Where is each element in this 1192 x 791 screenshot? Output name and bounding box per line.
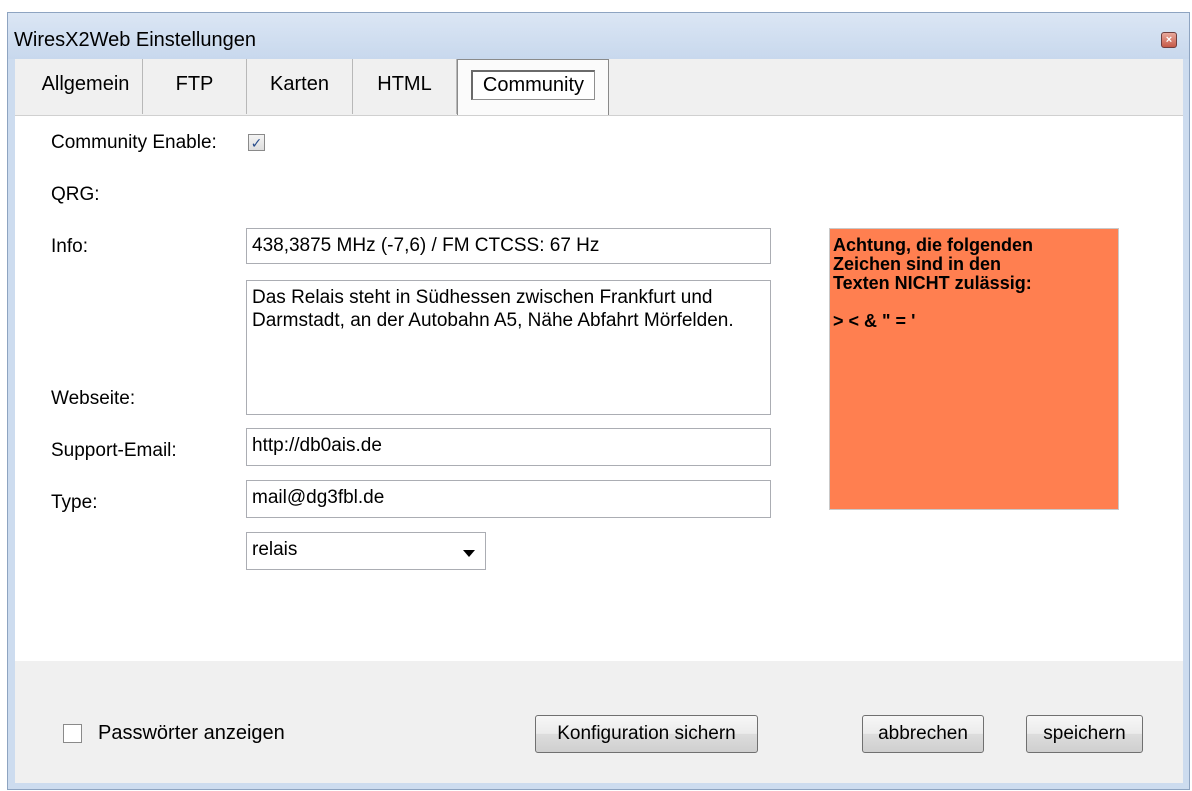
dialog-footer: Passwörter anzeigen Konfiguration sicher… xyxy=(15,661,1183,783)
info-field[interactable]: Das Relais steht in Südhessen zwischen F… xyxy=(246,280,771,415)
qrg-field[interactable]: 438,3875 MHz (-7,6) / FM CTCSS: 67 Hz xyxy=(246,228,771,264)
settings-window: WiresX2Web Einstellungen × Allgemein FTP… xyxy=(7,12,1190,790)
type-selected-value: relais xyxy=(252,539,298,560)
close-button[interactable]: × xyxy=(1161,32,1177,48)
window-client: Allgemein FTP Karten HTML Community Comm… xyxy=(15,59,1183,783)
show-passwords-checkbox[interactable] xyxy=(63,724,82,743)
community-enable-checkbox[interactable]: ✓ xyxy=(248,134,265,151)
close-icon: × xyxy=(1165,33,1173,46)
save-config-button[interactable]: Konfiguration sichern xyxy=(535,715,758,753)
show-passwords-label: Passwörter anzeigen xyxy=(98,722,285,744)
website-field[interactable]: http://db0ais.de xyxy=(246,428,771,466)
type-label: Type: xyxy=(51,492,98,513)
community-panel: Community Enable: ✓ QRG: 438,3875 MHz (-… xyxy=(15,115,1183,662)
tab-community[interactable]: Community xyxy=(457,59,609,116)
chevron-down-icon[interactable] xyxy=(463,550,475,557)
tab-label: FTP xyxy=(175,73,214,95)
tab-html[interactable]: HTML xyxy=(353,59,457,114)
tab-strip: Allgemein FTP Karten HTML Community xyxy=(15,59,1183,117)
cancel-button[interactable]: abbrechen xyxy=(862,715,984,753)
tab-ftp[interactable]: FTP xyxy=(143,59,247,114)
tab-label: Allgemein xyxy=(41,73,130,95)
title-bar[interactable]: WiresX2Web Einstellungen × xyxy=(8,13,1189,59)
tab-karten[interactable]: Karten xyxy=(247,59,353,114)
tab-label: HTML xyxy=(377,73,432,95)
tab-label: Karten xyxy=(270,73,329,95)
checkmark-icon: ✓ xyxy=(250,134,263,151)
tab-label: Community xyxy=(470,70,596,100)
window-title: WiresX2Web Einstellungen xyxy=(14,29,256,51)
tab-allgemein[interactable]: Allgemein xyxy=(29,59,143,114)
save-button[interactable]: speichern xyxy=(1026,715,1143,753)
support-email-label: Support-Email: xyxy=(51,440,177,461)
qrg-label: QRG: xyxy=(51,184,100,205)
info-label: Info: xyxy=(51,236,88,257)
support-email-field[interactable]: mail@dg3fbl.de xyxy=(246,480,771,518)
community-enable-label: Community Enable: xyxy=(51,132,217,153)
type-dropdown[interactable]: relais xyxy=(246,532,486,570)
website-label: Webseite: xyxy=(51,388,136,409)
warning-box: Achtung, die folgenden Zeichen sind in d… xyxy=(829,228,1119,510)
